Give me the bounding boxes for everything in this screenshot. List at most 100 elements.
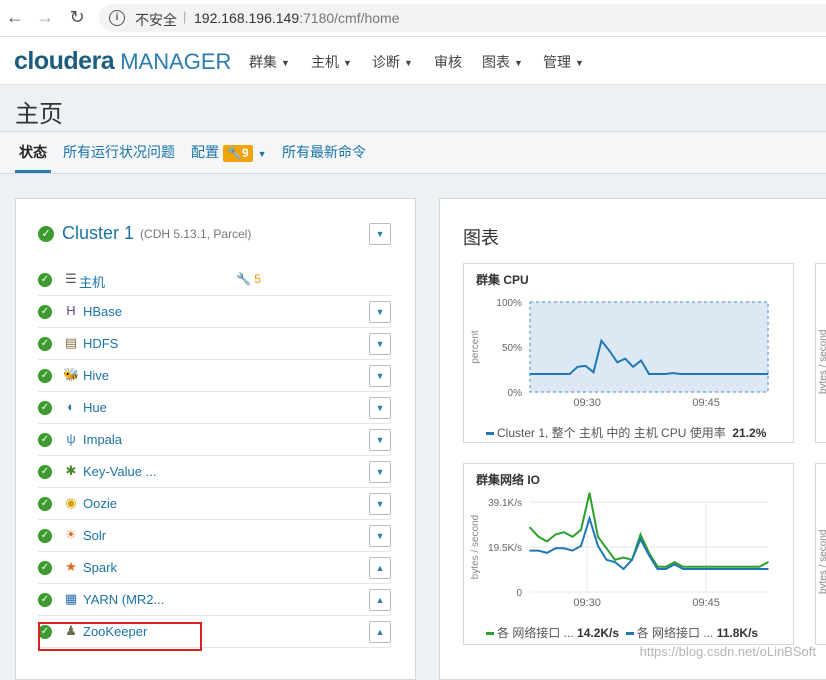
- data-point: [622, 556, 625, 559]
- menu-label: 审核: [434, 54, 462, 70]
- logo-main: cloudera: [14, 47, 115, 75]
- address-bar[interactable]: i 不安全 | 192.168.196.149:7180/cmf/home: [99, 4, 826, 32]
- data-point: [735, 373, 738, 375]
- data-point: [537, 373, 539, 375]
- series-line-1: [530, 514, 768, 571]
- data-point: [699, 568, 701, 570]
- service-actions-dropdown[interactable]: ▲: [369, 589, 391, 611]
- data-point: [537, 535, 540, 538]
- menu-clusters[interactable]: 群集 ▼: [249, 52, 290, 72]
- tab-configuration[interactable]: 配置 🔧9 ▼: [191, 142, 267, 162]
- service-link[interactable]: YARN (MR2...: [83, 592, 164, 607]
- service-actions-dropdown[interactable]: ▼: [369, 461, 391, 483]
- data-point: [767, 373, 769, 375]
- impala-highlight-box: [38, 622, 202, 651]
- caret-down-icon: ▼: [257, 149, 267, 159]
- network-chart-plot[interactable]: 39.1K/s 19.5K/s 0 09:30 09:45 bytes / second: [464, 486, 793, 636]
- service-link[interactable]: Solr: [83, 528, 106, 543]
- home-tabs: 状态 所有运行状况问题 配置 🔧9 ▼ 所有最新命令: [0, 131, 826, 174]
- tab-status[interactable]: 状态: [19, 142, 47, 162]
- data-point: [648, 554, 650, 556]
- service-link[interactable]: Oozie: [83, 496, 117, 511]
- service-actions-dropdown[interactable]: ▼: [369, 429, 391, 451]
- reload-icon[interactable]: ↻: [66, 6, 88, 28]
- data-point: [750, 568, 752, 570]
- service-link[interactable]: Spark: [83, 560, 117, 575]
- data-point: [703, 373, 706, 375]
- hosts-link[interactable]: 主机: [79, 272, 105, 291]
- service-link[interactable]: HBase: [83, 304, 122, 319]
- cluster-actions-dropdown[interactable]: ▼: [369, 223, 391, 245]
- data-point: [648, 373, 650, 375]
- forward-arrow-icon[interactable]: →: [34, 6, 56, 28]
- service-row-impala: ✓ ψ Impala ▼: [38, 424, 391, 456]
- menu-diagnostics[interactable]: 诊断 ▼: [372, 52, 413, 72]
- data-point: [682, 565, 684, 568]
- service-actions-dropdown[interactable]: ▼: [369, 493, 391, 515]
- cluster-header: ✓ Cluster 1 (CDH 5.13.1, Parcel): [38, 223, 251, 244]
- service-link[interactable]: Hue: [83, 400, 107, 415]
- menu-charts[interactable]: 图表 ▼: [482, 52, 523, 72]
- data-point: [673, 561, 676, 563]
- caret-down-icon: ▼: [575, 58, 584, 69]
- impala-icon: ψ: [66, 431, 76, 446]
- cloudera-manager-logo[interactable]: cloudera MANAGER: [14, 47, 231, 76]
- url-separator: |: [183, 9, 187, 24]
- tab-health-issues[interactable]: 所有运行状况问题: [63, 142, 175, 162]
- data-point: [600, 339, 603, 342]
- browser-toolbar: ← → ↻ i 不安全 | 192.168.196.149:7180/cmf/h…: [0, 0, 826, 37]
- service-link[interactable]: HDFS: [83, 336, 118, 351]
- cluster-name[interactable]: Cluster 1: [62, 223, 134, 243]
- data-point: [656, 373, 658, 375]
- back-arrow-icon[interactable]: ←: [4, 6, 26, 28]
- data-point: [750, 565, 752, 568]
- menu-administration[interactable]: 管理 ▼: [543, 52, 584, 72]
- service-actions-dropdown[interactable]: ▼: [369, 525, 391, 547]
- check-circle-icon: ✓: [38, 433, 52, 447]
- data-point: [640, 359, 642, 362]
- service-link[interactable]: Impala: [83, 432, 122, 447]
- partial-chart-card-2: bytes / second: [815, 463, 826, 645]
- solr-icon: ☀: [65, 527, 77, 542]
- service-row-hive: ✓ 🐝 Hive ▼: [38, 360, 391, 392]
- service-row-hbase: ✓ H HBase ▼: [38, 296, 391, 328]
- service-actions-dropdown[interactable]: ▼: [369, 397, 391, 419]
- data-point: [758, 565, 761, 568]
- data-point: [639, 538, 642, 540]
- menu-hosts[interactable]: 主机 ▼: [311, 52, 352, 72]
- legend-value: 11.8K/s: [716, 626, 759, 640]
- data-point: [614, 561, 616, 563]
- data-point: [563, 547, 565, 550]
- service-actions-dropdown[interactable]: ▼: [369, 365, 391, 387]
- tab-recent-commands[interactable]: 所有最新命令: [282, 142, 366, 162]
- data-point: [597, 545, 599, 547]
- service-actions-dropdown[interactable]: ▼: [369, 333, 391, 355]
- service-link[interactable]: Key-Value ...: [83, 464, 156, 479]
- hosts-row: ✓ ☰ 主机 🔧 5: [38, 264, 391, 296]
- data-point: [588, 492, 591, 494]
- y-tick-label: 100%: [496, 298, 522, 309]
- cpu-chart-card: 群集 CPU 100% 50% 0% 09:30 09:45 percent Cluste…: [463, 263, 794, 443]
- url-text[interactable]: 192.168.196.149:7180/cmf/home: [194, 10, 400, 26]
- data-point: [767, 561, 769, 563]
- cpu-chart-plot[interactable]: 100% 50% 0% 09:30 09:45 percent: [464, 286, 793, 436]
- service-link[interactable]: Hive: [83, 368, 109, 383]
- x-tick-label: 09:45: [692, 597, 720, 609]
- legend-value: 21.2%: [732, 426, 767, 440]
- service-actions-dropdown[interactable]: ▼: [369, 301, 391, 323]
- logo-sub: MANAGER: [120, 49, 232, 74]
- info-icon[interactable]: i: [109, 10, 125, 26]
- url-host: 192.168.196.149: [194, 10, 300, 26]
- data-point: [580, 529, 582, 531]
- data-point: [664, 373, 666, 375]
- service-actions-dropdown[interactable]: ▲: [369, 557, 391, 579]
- selection-region: [529, 301, 769, 393]
- check-circle-icon: ✓: [38, 401, 52, 415]
- data-point: [656, 568, 659, 570]
- hosts-config-warning[interactable]: 🔧 5: [236, 272, 261, 286]
- service-actions-dropdown[interactable]: ▲: [369, 621, 391, 643]
- menu-audits[interactable]: 审核: [434, 52, 462, 72]
- list-icon: ☰: [65, 271, 77, 286]
- y-tick-label: 0: [516, 588, 522, 599]
- y-tick-label: 50%: [502, 343, 522, 354]
